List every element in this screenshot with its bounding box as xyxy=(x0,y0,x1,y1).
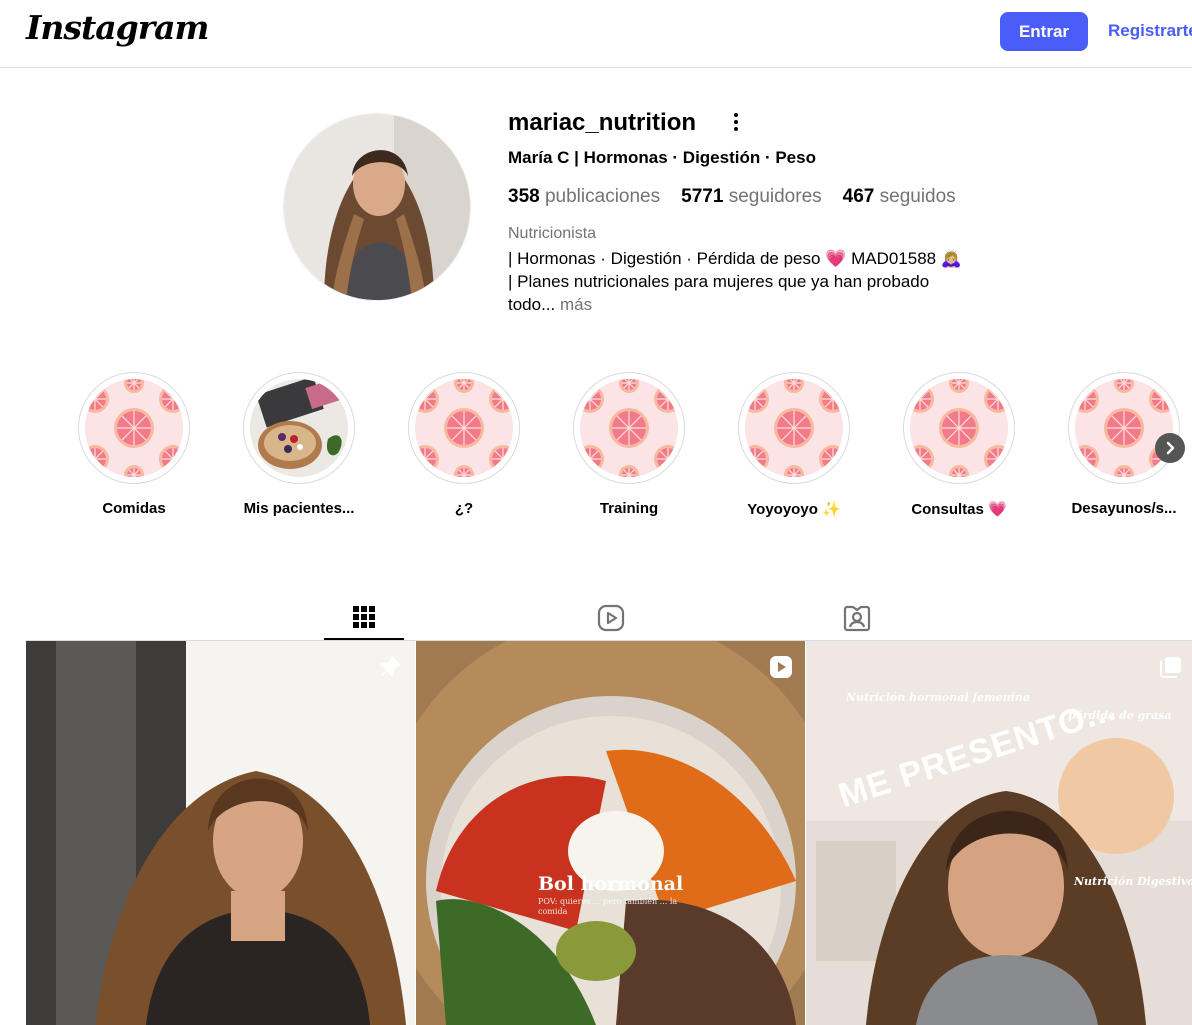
login-button[interactable]: Entrar xyxy=(1000,12,1088,51)
profile-bio: | Hormonas · Digestión · Pérdida de peso… xyxy=(508,247,978,316)
highlight-cover-ring xyxy=(78,372,190,484)
story-highlight[interactable]: ¿? xyxy=(389,372,539,517)
following-count: 467 xyxy=(842,186,875,207)
post-photo xyxy=(416,641,805,1025)
tab-reels[interactable] xyxy=(571,596,651,640)
highlight-cover-ring xyxy=(738,372,850,484)
highlights-next-button[interactable] xyxy=(1155,433,1185,463)
avatar-photo xyxy=(284,114,470,300)
post-tile-carousel[interactable]: ME PRESENTO... Nutrición hormonal femeni… xyxy=(806,641,1192,1025)
story-highlight[interactable]: Mis pacientes... xyxy=(224,372,374,517)
highlight-cover-ring xyxy=(408,372,520,484)
highlight-label: Training xyxy=(599,500,659,517)
grid-icon xyxy=(353,606,375,628)
grapefruit-pattern xyxy=(415,379,513,477)
grapefruit-pattern xyxy=(85,379,183,477)
reel-icon xyxy=(770,656,792,678)
profile-stats: 358 publicaciones 5771 seguidores 467 se… xyxy=(508,186,956,208)
tab-posts[interactable] xyxy=(324,596,404,640)
story-highlight[interactable]: Comidas xyxy=(59,372,209,517)
highlight-label: Mis pacientes... xyxy=(243,500,355,517)
highlight-cover xyxy=(250,379,348,477)
highlight-cover xyxy=(1075,379,1173,477)
following-stat[interactable]: 467 seguidos xyxy=(843,186,956,208)
highlight-photo xyxy=(250,379,348,477)
signup-link[interactable]: Registrarte xyxy=(1108,21,1192,41)
options-more-button[interactable] xyxy=(726,110,746,134)
highlight-label: ¿? xyxy=(454,500,474,517)
highlight-cover-ring xyxy=(903,372,1015,484)
story-highlight[interactable]: Yoyoyoyo ✨ xyxy=(719,372,869,518)
post-note: pérdida de grasa xyxy=(1068,709,1172,722)
highlight-label: Comidas xyxy=(102,500,166,517)
more-dot-icon xyxy=(734,127,738,131)
posts-label: publicaciones xyxy=(544,186,661,207)
highlight-cover xyxy=(745,379,843,477)
carousel-icon xyxy=(1160,657,1181,678)
grapefruit-pattern xyxy=(580,379,678,477)
highlight-cover xyxy=(580,379,678,477)
highlight-cover-ring xyxy=(243,372,355,484)
post-note: Nutrición Digestiva xyxy=(1074,875,1192,888)
post-tile-pinned[interactable] xyxy=(26,641,415,1025)
post-overlay-subtitle: POV: quieres ... pero también ... la com… xyxy=(538,897,678,916)
bio-more-link[interactable]: más xyxy=(560,295,592,314)
grapefruit-pattern xyxy=(1075,379,1173,477)
post-overlay-title: Bol hormonal xyxy=(538,873,684,895)
story-highlight[interactable]: Consultas 💗 xyxy=(884,372,1034,518)
story-highlight[interactable]: Training xyxy=(554,372,704,517)
profile-avatar[interactable] xyxy=(283,113,471,301)
grapefruit-pattern xyxy=(745,379,843,477)
highlight-label: Consultas 💗 xyxy=(911,501,1007,518)
grapefruit-pattern xyxy=(910,379,1008,477)
highlight-cover-ring xyxy=(1068,372,1180,484)
posts-count: 358 xyxy=(508,186,540,207)
instagram-logo[interactable]: Instagram xyxy=(26,8,209,47)
more-dot-icon xyxy=(734,120,738,124)
pin-icon xyxy=(380,656,401,677)
tagged-icon xyxy=(843,605,871,632)
posts-count-stat: 358 publicaciones xyxy=(508,186,660,208)
top-navigation-bar: Instagram Entrar Registrarte xyxy=(0,0,1192,68)
post-tile-reel[interactable]: Bol hormonal POV: quieres ... pero tambi… xyxy=(416,641,805,1025)
chevron-right-icon xyxy=(1166,441,1175,455)
followers-label: seguidores xyxy=(728,186,822,207)
following-label: seguidos xyxy=(879,186,956,207)
highlight-cover xyxy=(415,379,513,477)
highlight-label: Desayunos/s... xyxy=(1071,500,1177,517)
followers-count: 5771 xyxy=(681,186,724,207)
post-photo xyxy=(26,641,415,1025)
more-dot-icon xyxy=(734,113,738,117)
followers-stat[interactable]: 5771 seguidores xyxy=(681,186,822,208)
highlight-cover-ring xyxy=(573,372,685,484)
bio-line: todo... xyxy=(508,295,556,314)
profile-category: Nutricionista xyxy=(508,225,597,242)
bio-line: | Hormonas · Digestión · Pérdida de peso… xyxy=(508,249,963,268)
highlight-cover xyxy=(85,379,183,477)
tab-tagged[interactable] xyxy=(817,596,897,640)
bio-line: | Planes nutricionales para mujeres que … xyxy=(508,272,930,291)
profile-username: mariac_nutrition xyxy=(508,109,697,136)
bio-line-last: todo... más xyxy=(508,293,978,316)
post-note: Nutrición hormonal femenina xyxy=(846,691,1031,704)
reels-icon xyxy=(597,604,625,632)
highlight-cover xyxy=(910,379,1008,477)
highlight-label: Yoyoyoyo ✨ xyxy=(747,501,841,518)
profile-full-name: María C | Hormonas · Digestión · Peso xyxy=(508,148,816,167)
